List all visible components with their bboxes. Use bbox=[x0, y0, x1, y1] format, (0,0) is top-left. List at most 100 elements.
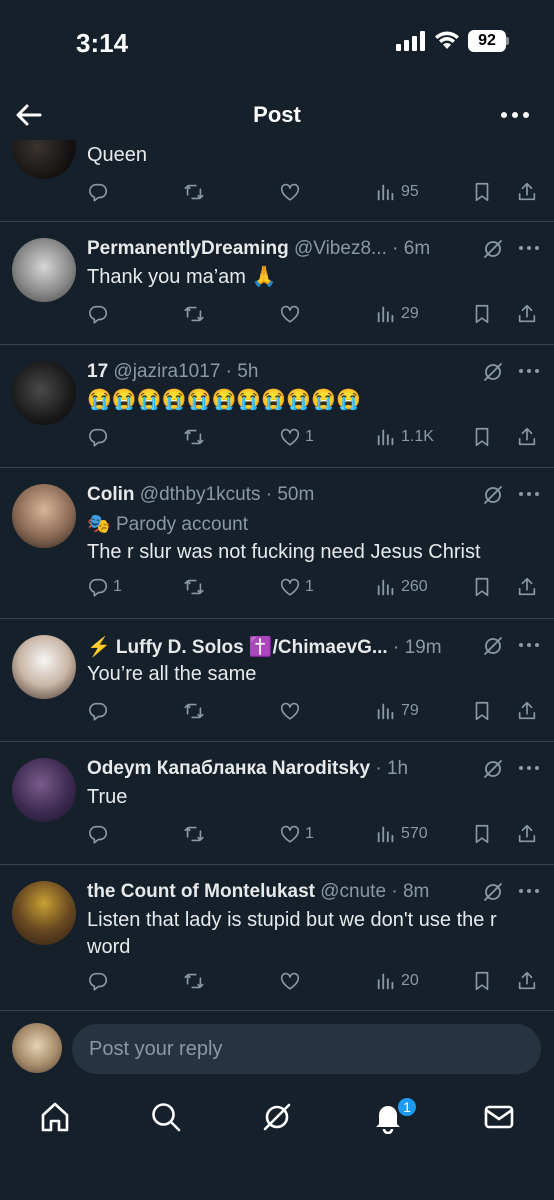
grok-icon[interactable] bbox=[482, 361, 504, 383]
views-button[interactable]: 1.1K bbox=[375, 423, 434, 451]
like-button[interactable]: 1 bbox=[279, 820, 314, 848]
like-icon bbox=[280, 428, 300, 446]
more-icon[interactable] bbox=[518, 244, 540, 252]
reply-button[interactable] bbox=[87, 697, 113, 725]
share-button[interactable] bbox=[516, 967, 538, 995]
more-icon[interactable] bbox=[500, 104, 530, 126]
grok-icon[interactable] bbox=[482, 238, 504, 260]
share-button[interactable] bbox=[516, 573, 538, 601]
repost-button[interactable] bbox=[183, 423, 205, 451]
reply-tweet[interactable]: ⚡️ Luffy D. Solos ✝️/ChimaevG... · 19m Y… bbox=[0, 619, 554, 742]
search-icon[interactable] bbox=[149, 1100, 183, 1134]
display-name[interactable]: PermanentlyDreaming bbox=[87, 238, 289, 259]
like-icon bbox=[280, 578, 300, 596]
share-button[interactable] bbox=[516, 178, 538, 206]
reply-tweet[interactable]: Queen 95 bbox=[0, 140, 554, 222]
bookmark-button[interactable] bbox=[471, 697, 493, 725]
bookmark-button[interactable] bbox=[471, 178, 493, 206]
reply-button[interactable] bbox=[87, 423, 113, 451]
grok-icon[interactable] bbox=[482, 484, 504, 506]
avatar[interactable] bbox=[12, 881, 76, 945]
share-button[interactable] bbox=[516, 697, 538, 725]
like-button[interactable] bbox=[279, 178, 305, 206]
reply-icon bbox=[89, 428, 108, 447]
tweet-text: The r slur was not fucking need Jesus Ch… bbox=[87, 541, 481, 563]
reply-button[interactable] bbox=[87, 178, 113, 206]
views-button[interactable]: 79 bbox=[375, 697, 419, 725]
timestamp: 6m bbox=[403, 238, 431, 259]
like-button[interactable] bbox=[279, 697, 305, 725]
display-name[interactable]: 17 bbox=[87, 361, 108, 382]
like-button[interactable]: 1 bbox=[279, 573, 314, 601]
repost-button[interactable] bbox=[183, 300, 205, 328]
reply-tweet[interactable]: the Count of Montelukast @cnute · 8m Lis… bbox=[0, 865, 554, 1010]
share-button[interactable] bbox=[516, 300, 538, 328]
share-icon bbox=[518, 577, 536, 596]
timestamp: 19m bbox=[404, 637, 442, 658]
avatar[interactable] bbox=[12, 361, 76, 425]
reply-input[interactable]: Post your reply bbox=[72, 1024, 541, 1074]
repost-button[interactable] bbox=[183, 178, 205, 206]
tweet-header: PermanentlyDreaming @Vibez8... · 6m bbox=[87, 238, 431, 259]
grok-icon[interactable] bbox=[482, 635, 504, 657]
reply-tweet[interactable]: Odeym Капабланка Naroditsky · 1h True 1 … bbox=[0, 742, 554, 865]
wifi-icon bbox=[435, 31, 459, 49]
like-button[interactable] bbox=[279, 967, 305, 995]
display-name[interactable]: Colin bbox=[87, 484, 135, 505]
avatar[interactable] bbox=[12, 484, 76, 548]
views-button[interactable]: 20 bbox=[375, 967, 419, 995]
bookmark-icon bbox=[475, 182, 489, 202]
grok-icon[interactable] bbox=[482, 758, 504, 780]
share-button[interactable] bbox=[516, 820, 538, 848]
avatar[interactable] bbox=[12, 140, 76, 179]
reply-button[interactable] bbox=[87, 820, 113, 848]
avatar[interactable] bbox=[12, 635, 76, 699]
more-icon[interactable] bbox=[518, 641, 540, 649]
parody-label: 🎭 Parody account bbox=[87, 514, 248, 535]
more-icon[interactable] bbox=[518, 490, 540, 498]
reply-icon bbox=[89, 702, 108, 721]
share-button[interactable] bbox=[516, 423, 538, 451]
avatar[interactable] bbox=[12, 238, 76, 302]
more-icon[interactable] bbox=[518, 367, 540, 375]
home-icon[interactable] bbox=[38, 1100, 72, 1134]
reply-button[interactable] bbox=[87, 300, 113, 328]
repost-button[interactable] bbox=[183, 573, 205, 601]
bookmark-button[interactable] bbox=[471, 300, 493, 328]
views-button[interactable]: 570 bbox=[375, 820, 428, 848]
bookmark-button[interactable] bbox=[471, 820, 493, 848]
reply-tweet[interactable]: Colin @dthby1kcuts · 50m 🎭 Parody accoun… bbox=[0, 468, 554, 619]
grok-icon[interactable] bbox=[260, 1100, 294, 1134]
reply-tweet[interactable]: PermanentlyDreaming @Vibez8... · 6m Than… bbox=[0, 222, 554, 345]
handle[interactable]: @jazira1017 bbox=[113, 361, 220, 382]
share-icon bbox=[518, 427, 536, 446]
avatar[interactable] bbox=[12, 758, 76, 822]
views-button[interactable]: 260 bbox=[375, 573, 428, 601]
views-button[interactable]: 29 bbox=[375, 300, 419, 328]
display-name[interactable]: Odeym Капабланка Naroditsky bbox=[87, 758, 370, 779]
views-icon bbox=[377, 826, 394, 843]
repost-button[interactable] bbox=[183, 820, 205, 848]
reply-tweet[interactable]: 17 @jazira1017 · 5h 😭😭😭😭😭😭😭😭😭😭😭 1 1.1K bbox=[0, 345, 554, 468]
views-button[interactable]: 95 bbox=[375, 178, 419, 206]
bookmark-button[interactable] bbox=[471, 573, 493, 601]
views-icon bbox=[377, 703, 394, 720]
bookmark-button[interactable] bbox=[471, 967, 493, 995]
handle[interactable]: @dthby1kcuts bbox=[140, 484, 261, 505]
like-button[interactable] bbox=[279, 300, 305, 328]
messages-icon[interactable] bbox=[482, 1100, 516, 1134]
more-icon[interactable] bbox=[518, 764, 540, 772]
display-name[interactable]: ⚡️ Luffy D. Solos ✝️/ChimaevG... bbox=[87, 637, 388, 658]
bookmark-button[interactable] bbox=[471, 423, 493, 451]
avatar[interactable] bbox=[12, 1023, 62, 1073]
grok-icon[interactable] bbox=[482, 881, 504, 903]
repost-button[interactable] bbox=[183, 967, 205, 995]
like-button[interactable]: 1 bbox=[279, 423, 314, 451]
repost-button[interactable] bbox=[183, 697, 205, 725]
display-name[interactable]: the Count of Montelukast bbox=[87, 881, 315, 902]
reply-button[interactable] bbox=[87, 967, 113, 995]
handle[interactable]: @cnute bbox=[320, 881, 386, 902]
handle[interactable]: @Vibez8... bbox=[294, 238, 387, 259]
reply-button[interactable]: 1 bbox=[87, 573, 122, 601]
more-icon[interactable] bbox=[518, 887, 540, 895]
